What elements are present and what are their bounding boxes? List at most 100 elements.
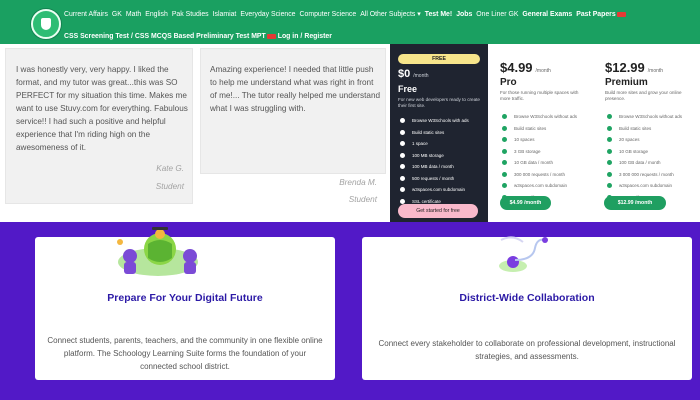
nav-link-english[interactable]: English	[145, 9, 168, 21]
testimonial-author: Kate G.	[156, 164, 184, 173]
plan-name: Pro	[500, 77, 517, 88]
plan-feature-text: Browse W3Schools without ads	[514, 114, 578, 120]
plan-feature-text: 500 requests / month	[412, 175, 455, 181]
plan-name: Premium	[605, 77, 648, 88]
nav-link-one-liner-gk[interactable]: One Liner GK	[476, 9, 518, 21]
plan-feature: Browse W3Schools with ads	[400, 115, 469, 127]
testimonial-role: Student	[155, 182, 184, 191]
plan-price: $4.99/month	[500, 60, 551, 75]
nav-link-css-screening-test[interactable]: CSS Screening Test	[64, 31, 129, 43]
check-circle-icon	[502, 183, 507, 189]
plan-feature: Build static sites	[607, 123, 682, 135]
plan-feature-text: Build static sites	[514, 125, 547, 131]
nav-link-css-mcqs-mpt-label: CSS MCQS Based Preliminary Test MPT	[134, 33, 266, 40]
plan-feature: 3 GB storage	[502, 146, 577, 158]
site-logo-icon[interactable]	[31, 9, 61, 39]
nav-link-register[interactable]: Register	[304, 31, 332, 43]
nav-link-math[interactable]: Math	[126, 9, 141, 21]
get-started-free-button[interactable]: Get started for free	[398, 204, 478, 218]
plan-feature-text: 100 MB data / month	[412, 164, 454, 170]
feature-title: District-Wide Collaboration	[459, 292, 595, 304]
plan-feature: w3spaces.com subdomain	[502, 180, 577, 192]
pricing-plan-free: FREE $0/month Free For new web developer…	[390, 44, 488, 222]
plan-price: $12.99/month	[605, 60, 663, 75]
plan-feature: 3 000 000 requests / month	[607, 169, 682, 181]
plan-feature: 300 000 requests / month	[502, 169, 577, 181]
nav-link-all-other-subjects[interactable]: All Other Subjects ▾	[360, 9, 421, 21]
nav-link-log-in[interactable]: Log in	[278, 31, 299, 43]
students-globe-illustration-icon	[117, 227, 198, 276]
nav-link-current-affairs[interactable]: Current Affairs	[64, 9, 108, 21]
nav-link-all-other-subjects-label: All Other Subjects	[360, 11, 416, 18]
check-circle-icon	[607, 148, 612, 154]
check-circle-icon	[502, 160, 507, 166]
plan-feature: 10 GB storage	[607, 146, 682, 158]
check-circle-icon	[400, 141, 405, 147]
plan-feature-text: 100 MB storage	[412, 152, 444, 158]
pricing-plan-pro: $4.99/month Pro For those running multip…	[492, 44, 592, 222]
plan-price-amount: $0	[398, 68, 411, 80]
plan-feature: Browse W3Schools without ads	[502, 111, 577, 123]
plan-price-amount: $4.99	[500, 60, 533, 75]
check-circle-icon	[607, 171, 612, 177]
plan-feature-text: 3 000 000 requests / month	[619, 171, 674, 177]
plan-feature: 10 GB data / month	[502, 157, 577, 169]
plan-price-period: /month	[535, 68, 551, 74]
nav-row-secondary: CSS Screening Test / CSS MCQS Based Prel…	[64, 31, 334, 43]
plan-feature-text: 20 spaces	[619, 137, 640, 143]
plan-feature-text: 100 GB data / month	[619, 160, 661, 166]
testimonial-author: Brenda M.	[339, 178, 377, 187]
plan-feature-text: w3spaces.com subdomain	[514, 183, 568, 189]
plan-feature: 20 spaces	[607, 134, 682, 146]
buy-premium-button[interactable]: $12.99 /month	[604, 196, 666, 210]
plan-feature: 100 MB storage	[400, 150, 469, 162]
check-circle-icon	[607, 137, 612, 143]
check-circle-icon	[400, 175, 405, 181]
plan-feature-text: Build static sites	[619, 125, 652, 131]
plan-price: $0/month	[398, 68, 429, 80]
nav-link-past-papers[interactable]: Past Papers	[576, 9, 626, 21]
nav-link-css-mcqs-mpt[interactable]: CSS MCQS Based Preliminary Test MPT	[135, 31, 276, 43]
pricing-plan-premium: $12.99/month Premium Build more sites an…	[597, 44, 700, 222]
logo-shield-icon	[41, 18, 51, 30]
nav-row-primary: Current Affairs GK Math English Pak Stud…	[64, 9, 630, 21]
plan-feature: w3spaces.com subdomain	[400, 184, 469, 196]
nav-link-gk[interactable]: GK	[112, 9, 122, 21]
plan-description: For new web developers ready to create t…	[398, 97, 480, 108]
buy-pro-button[interactable]: $4.99 /month	[500, 196, 551, 210]
nav-link-test-me[interactable]: Test Me!	[425, 9, 452, 21]
check-circle-icon	[502, 125, 507, 131]
new-badge-icon	[266, 33, 276, 39]
plan-feature-text: 10 GB data / month	[514, 160, 554, 166]
nav-link-everyday-science[interactable]: Everyday Science	[240, 9, 295, 21]
check-circle-icon	[607, 160, 612, 166]
plan-feature-text: SSL certificate	[412, 198, 441, 204]
check-circle-icon	[502, 148, 507, 154]
testimonial-role: Student	[348, 195, 377, 204]
check-circle-icon	[400, 152, 405, 158]
check-circle-icon	[400, 198, 405, 204]
plan-feature: w3spaces.com subdomain	[607, 180, 682, 192]
check-circle-icon	[607, 114, 612, 120]
plan-feature-list: Browse W3Schools without ads Build stati…	[607, 111, 682, 203]
check-circle-icon	[400, 187, 405, 193]
testimonial-card: I was honestly very, very happy. I liked…	[5, 48, 193, 204]
check-circle-icon	[400, 164, 405, 170]
plan-description: Build more sites and grow your online pr…	[605, 90, 682, 101]
nav-link-jobs[interactable]: Jobs	[456, 9, 472, 21]
nav-link-islamiat[interactable]: Islamiat	[213, 9, 237, 21]
plan-price-amount: $12.99	[605, 60, 645, 75]
plan-feature: 100 GB data / month	[607, 157, 682, 169]
plan-feature-text: w3spaces.com subdomain	[619, 183, 673, 189]
top-navigation-bar: Current Affairs GK Math English Pak Stud…	[0, 0, 700, 44]
plan-feature: 100 MB data / month	[400, 161, 469, 173]
plan-feature-text: Build static sites	[412, 129, 445, 135]
plan-feature-text: 300 000 requests / month	[514, 171, 566, 177]
nav-link-computer-science[interactable]: Computer Science	[300, 9, 357, 21]
nav-link-general-exams[interactable]: General Exams	[522, 9, 572, 21]
plan-feature-list: Browse W3Schools with ads Build static s…	[400, 115, 469, 207]
plan-feature-text: 1 space	[412, 141, 428, 147]
plan-description: For those running multiple spaces with m…	[500, 90, 579, 101]
plan-feature-text: w3spaces.com subdomain	[412, 187, 466, 193]
nav-link-pak-studies[interactable]: Pak Studies	[172, 9, 209, 21]
